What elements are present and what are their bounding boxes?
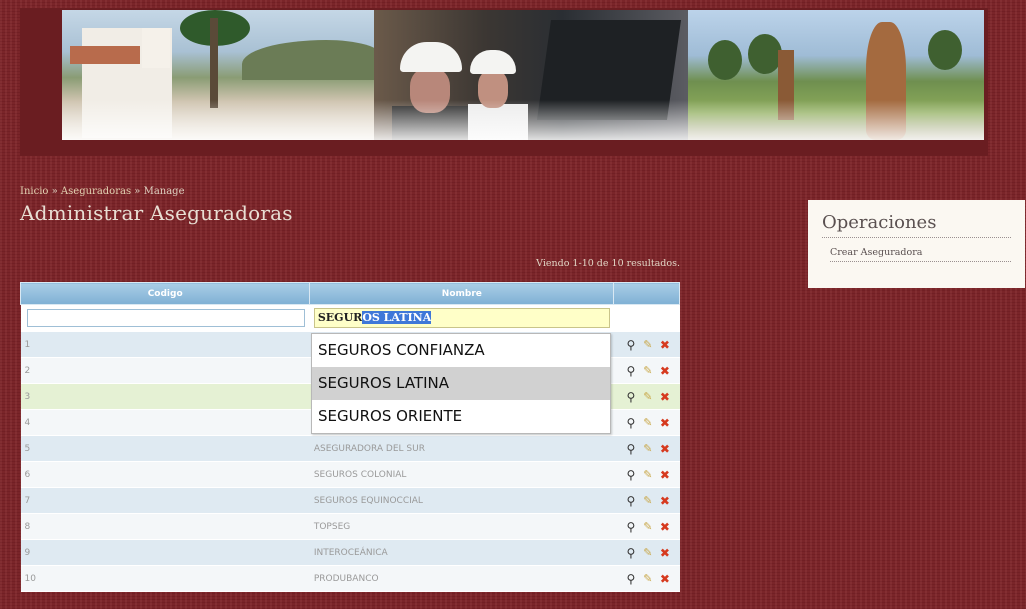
operations-panel: Operaciones Crear Aseguradora <box>808 200 1025 288</box>
edit-icon[interactable]: ✎ <box>641 520 655 534</box>
edit-icon[interactable]: ✎ <box>641 572 655 586</box>
view-icon[interactable]: ⚲ <box>624 416 638 430</box>
delete-icon[interactable]: ✖ <box>658 468 672 482</box>
cell-nombre: TOPSEG <box>309 513 614 540</box>
table-row: 10 PRODUBANCO ⚲ ✎ ✖ <box>20 565 680 592</box>
delete-icon[interactable]: ✖ <box>658 364 672 378</box>
operations-title: Operaciones <box>822 212 1011 238</box>
create-aseguradora-link[interactable]: Crear Aseguradora <box>830 247 1011 262</box>
cell-codigo: 1 <box>20 331 310 358</box>
cell-codigo: 6 <box>20 461 310 488</box>
column-header-codigo[interactable]: Codigo <box>19 282 311 305</box>
delete-icon[interactable]: ✖ <box>658 520 672 534</box>
autocomplete-option[interactable]: SEGUROS ORIENTE <box>312 400 610 433</box>
delete-icon[interactable]: ✖ <box>658 338 672 352</box>
view-icon[interactable]: ⚲ <box>624 546 638 560</box>
table-row: 8 TOPSEG ⚲ ✎ ✖ <box>20 513 680 540</box>
aseguradoras-grid: Codigo Nombre SEGUROS LATINA 1 ⚲ ✎ ✖ 2 ⚲ ✎ ✖… <box>19 282 680 592</box>
edit-icon[interactable]: ✎ <box>641 338 655 352</box>
cell-nombre: SEGUROS COLONIAL <box>309 461 614 488</box>
delete-icon[interactable]: ✖ <box>658 390 672 404</box>
edit-icon[interactable]: ✎ <box>641 546 655 560</box>
cell-codigo: 4 <box>20 409 310 436</box>
view-icon[interactable]: ⚲ <box>624 442 638 456</box>
header-banner <box>20 8 988 156</box>
filter-row: SEGUROS LATINA <box>20 304 680 332</box>
nombre-filter-selection: OS LATINA <box>362 311 432 324</box>
nombre-filter-input[interactable]: SEGUROS LATINA <box>313 308 610 328</box>
cell-nombre: PRODUBANCO <box>309 565 614 592</box>
cell-codigo: 5 <box>20 435 310 462</box>
cell-codigo: 7 <box>20 487 310 514</box>
table-row: 5 ASEGURADORA DEL SUR ⚲ ✎ ✖ <box>20 435 680 462</box>
cell-nombre: ASEGURADORA DEL SUR <box>309 435 614 462</box>
view-icon[interactable]: ⚲ <box>624 572 638 586</box>
delete-icon[interactable]: ✖ <box>658 572 672 586</box>
cell-codigo: 10 <box>20 565 310 592</box>
nombre-filter-typed: SEGUR <box>317 311 363 324</box>
breadcrumb-home-link[interactable]: Inicio <box>20 186 48 197</box>
view-icon[interactable]: ⚲ <box>624 390 638 404</box>
autocomplete-option[interactable]: SEGUROS CONFIANZA <box>312 334 610 367</box>
autocomplete-option-active[interactable]: SEGUROS LATINA <box>312 367 610 400</box>
edit-icon[interactable]: ✎ <box>641 390 655 404</box>
edit-icon[interactable]: ✎ <box>641 494 655 508</box>
view-icon[interactable]: ⚲ <box>624 338 638 352</box>
results-summary: Viendo 1-10 de 10 resultados. <box>536 258 680 269</box>
cell-codigo: 2 <box>20 357 310 384</box>
cell-nombre: INTEROCEÁNICA <box>309 539 614 566</box>
delete-icon[interactable]: ✖ <box>658 416 672 430</box>
page-title: Administrar Aseguradoras <box>20 201 293 225</box>
cell-codigo: 8 <box>20 513 310 540</box>
banner-photo-park <box>688 10 984 140</box>
banner-photo-workers <box>374 10 688 140</box>
cell-nombre: SEGUROS EQUINOCCIAL <box>309 487 614 514</box>
delete-icon[interactable]: ✖ <box>658 442 672 456</box>
table-row: 6 SEGUROS COLONIAL ⚲ ✎ ✖ <box>20 461 680 488</box>
table-row: 7 SEGUROS EQUINOCCIAL ⚲ ✎ ✖ <box>20 487 680 514</box>
breadcrumb-aseguradoras-link[interactable]: Aseguradoras <box>61 186 131 197</box>
edit-icon[interactable]: ✎ <box>641 416 655 430</box>
codigo-filter-input[interactable] <box>26 309 305 327</box>
delete-icon[interactable]: ✖ <box>658 546 672 560</box>
breadcrumb-separator: » <box>51 186 58 197</box>
view-icon[interactable]: ⚲ <box>624 494 638 508</box>
column-header-nombre[interactable]: Nombre <box>309 282 615 305</box>
edit-icon[interactable]: ✎ <box>641 364 655 378</box>
breadcrumb: Inicio » Aseguradoras » Manage <box>20 186 185 197</box>
table-row: 9 INTEROCEÁNICA ⚲ ✎ ✖ <box>20 539 680 566</box>
breadcrumb-separator: » <box>134 186 141 197</box>
breadcrumb-current: Manage <box>143 186 185 197</box>
autocomplete-dropdown: SEGUROS CONFIANZA SEGUROS LATINA SEGUROS… <box>311 333 611 434</box>
cell-codigo: 9 <box>20 539 310 566</box>
view-icon[interactable]: ⚲ <box>624 468 638 482</box>
edit-icon[interactable]: ✎ <box>641 442 655 456</box>
delete-icon[interactable]: ✖ <box>658 494 672 508</box>
edit-icon[interactable]: ✎ <box>641 468 655 482</box>
view-icon[interactable]: ⚲ <box>624 520 638 534</box>
banner-photo-church <box>62 10 374 140</box>
column-header-actions <box>613 282 680 305</box>
view-icon[interactable]: ⚲ <box>624 364 638 378</box>
cell-codigo: 3 <box>20 383 310 410</box>
